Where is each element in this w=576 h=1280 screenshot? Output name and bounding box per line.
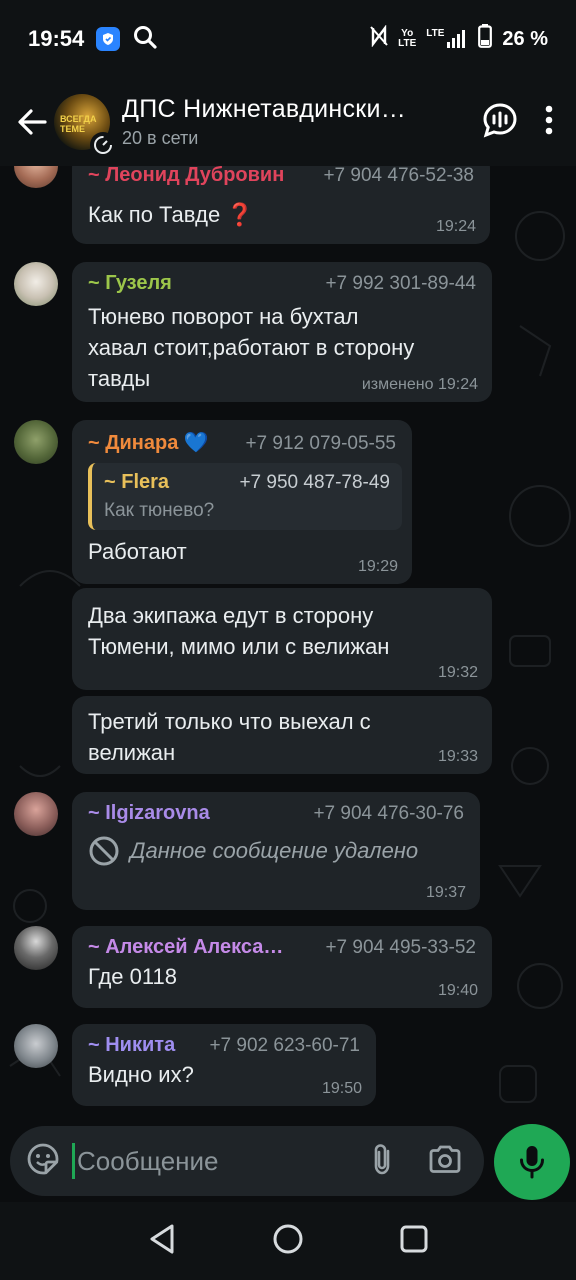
camera-icon xyxy=(429,1145,461,1173)
battery-icon xyxy=(478,24,493,54)
status-bar: 19:54 Yo LTE LTE 26 % xyxy=(0,0,576,78)
sender-name[interactable]: ~ Динара 💙 xyxy=(88,430,209,455)
chat-title-block[interactable]: ДПС Нижнетавдински… 20 в сети xyxy=(122,95,442,149)
message-time: 19:50 xyxy=(321,1080,362,1097)
message-bubble[interactable]: ~ Ilgizarovna +7 904 476-30-76 Данное со… xyxy=(72,792,480,910)
emoji-button[interactable] xyxy=(26,1142,60,1181)
message-bubble[interactable]: ~ Никита +7 902 623-60-71 Видно их? 19:5… xyxy=(72,1024,376,1106)
search-icon xyxy=(132,24,158,55)
circle-home-icon xyxy=(273,1224,303,1253)
message-text: Два экипажа едут в сторону xyxy=(88,603,374,628)
sender-phone: +7 912 079-05-55 xyxy=(245,433,396,454)
message-bubble[interactable]: ~ Леонид Дубровин +7 904 476-52-38 Как п… xyxy=(72,166,490,244)
arrow-left-icon xyxy=(18,109,47,135)
whatsapp-chat-screen: 19:54 Yo LTE LTE 26 % ВСЕГДА ТЕМЕ ДПС Ни… xyxy=(0,0,576,1280)
paperclip-icon xyxy=(374,1143,390,1174)
message-time: 19:40 xyxy=(437,982,478,999)
group-avatar[interactable]: ВСЕГДА ТЕМЕ xyxy=(54,94,116,158)
square-recents-icon xyxy=(400,1225,428,1252)
message-time: 19:24 xyxy=(435,218,476,235)
sender-phone: +7 904 476-52-38 xyxy=(323,166,474,186)
sticker-smile-icon xyxy=(27,1143,59,1174)
timer-icon xyxy=(90,132,116,158)
voice-chat-button[interactable] xyxy=(482,102,518,143)
chat-header: ВСЕГДА ТЕМЕ ДПС Нижнетавдински… 20 в сет… xyxy=(0,78,576,166)
message-text: Третий только что выехал с xyxy=(88,709,371,734)
message-text: Где 0118 xyxy=(88,964,177,989)
sender-phone: +7 902 623-60-71 xyxy=(209,1035,360,1056)
battery-percent: 26 % xyxy=(502,27,548,50)
avatar-aleksey[interactable] xyxy=(14,926,58,970)
sender-phone: +7 904 495-33-52 xyxy=(325,937,476,958)
triangle-back-icon xyxy=(150,1224,174,1253)
kebab-menu-icon xyxy=(545,105,553,134)
attach-button[interactable] xyxy=(370,1142,394,1181)
message-text: Тюмени, мимо или с велижан xyxy=(88,634,390,659)
voice-record-button[interactable] xyxy=(494,1124,570,1200)
nav-home-button[interactable] xyxy=(272,1223,304,1260)
message-bubble[interactable]: ~ Алексей Алекса… +7 904 495-33-52 Где 0… xyxy=(72,926,492,1008)
avatar-ilgizarovna[interactable] xyxy=(14,792,58,836)
online-count: 20 в сети xyxy=(122,128,199,148)
voice-chat-icon xyxy=(483,102,517,137)
message-bubble[interactable]: ~ Динара 💙 +7 912 079-05-55 ~ Flera +7 9… xyxy=(72,420,412,584)
nav-recents-button[interactable] xyxy=(399,1224,429,1259)
message-text: Видно их? xyxy=(88,1062,194,1087)
message-input-pill[interactable] xyxy=(10,1126,484,1196)
quote-phone: +7 950 487-78-49 xyxy=(239,472,390,493)
text-caret xyxy=(72,1143,75,1179)
message-list[interactable]: ~ Леонид Дубровин +7 904 476-52-38 Как п… xyxy=(0,166,576,1120)
avatar-dinara[interactable] xyxy=(14,420,58,464)
message-text: хавал стоит,работают в сторону xyxy=(88,335,415,360)
microphone-icon xyxy=(520,1146,544,1179)
quote-sender: ~ Flera xyxy=(104,471,170,493)
system-nav-bar xyxy=(0,1202,576,1280)
shield-icon xyxy=(96,27,121,51)
message-input[interactable] xyxy=(77,1145,337,1177)
message-bubble[interactable]: Два экипажа едут в сторону Тюмени, мимо … xyxy=(72,588,492,690)
quote-text: Как тюнево? xyxy=(104,500,215,521)
status-time: 19:54 xyxy=(28,26,85,51)
sender-name[interactable]: ~ Алексей Алекса… xyxy=(88,936,283,959)
sender-name[interactable]: ~ Никита xyxy=(88,1034,175,1057)
message-text: Работают xyxy=(88,539,187,564)
message-time: 19:32 xyxy=(437,664,478,681)
message-time: 19:37 xyxy=(425,884,466,901)
composer xyxy=(0,1120,576,1202)
edited-label: изменено xyxy=(361,376,434,393)
message-text: велижан xyxy=(88,740,176,765)
back-button[interactable] xyxy=(4,94,60,150)
nav-back-button[interactable] xyxy=(147,1223,177,1260)
message-bubble[interactable]: ~ Гузеля +7 992 301-89-44 Тюнево поворот… xyxy=(72,262,492,402)
chat-title: ДПС Нижнетавдински… xyxy=(122,95,407,123)
message-time: 19:33 xyxy=(437,748,478,765)
camera-button[interactable] xyxy=(428,1144,462,1179)
more-options-button[interactable] xyxy=(544,105,554,140)
reply-quote[interactable]: ~ Flera +7 950 487-78-49 Как тюнево? xyxy=(88,463,402,530)
volte-indicator: Yo LTE xyxy=(398,28,417,49)
signal-icon: LTE xyxy=(426,29,468,49)
message-text: Как по Тавде ❓ xyxy=(88,202,254,227)
sender-phone: +7 992 301-89-44 xyxy=(325,273,476,294)
sender-name[interactable]: ~ Ilgizarovna xyxy=(88,802,210,825)
avatar-nikita[interactable] xyxy=(14,1024,58,1068)
deleted-text: Данное сообщение удалено xyxy=(130,838,419,863)
message-text: Тюнево поворот на бухтал xyxy=(88,304,359,329)
message-bubble[interactable]: Третий только что выехал с велижан 19:33 xyxy=(72,696,492,774)
message-time: 19:29 xyxy=(357,558,398,575)
message-time: 19:24 xyxy=(437,376,478,393)
sender-name[interactable]: ~ Леонид Дубровин xyxy=(88,166,284,187)
sender-phone: +7 904 476-30-76 xyxy=(313,803,464,824)
sender-name[interactable]: ~ Гузеля xyxy=(88,272,172,295)
deleted-icon xyxy=(89,836,119,866)
avatar-guzelya[interactable] xyxy=(14,262,58,306)
nfc-icon xyxy=(370,24,388,53)
